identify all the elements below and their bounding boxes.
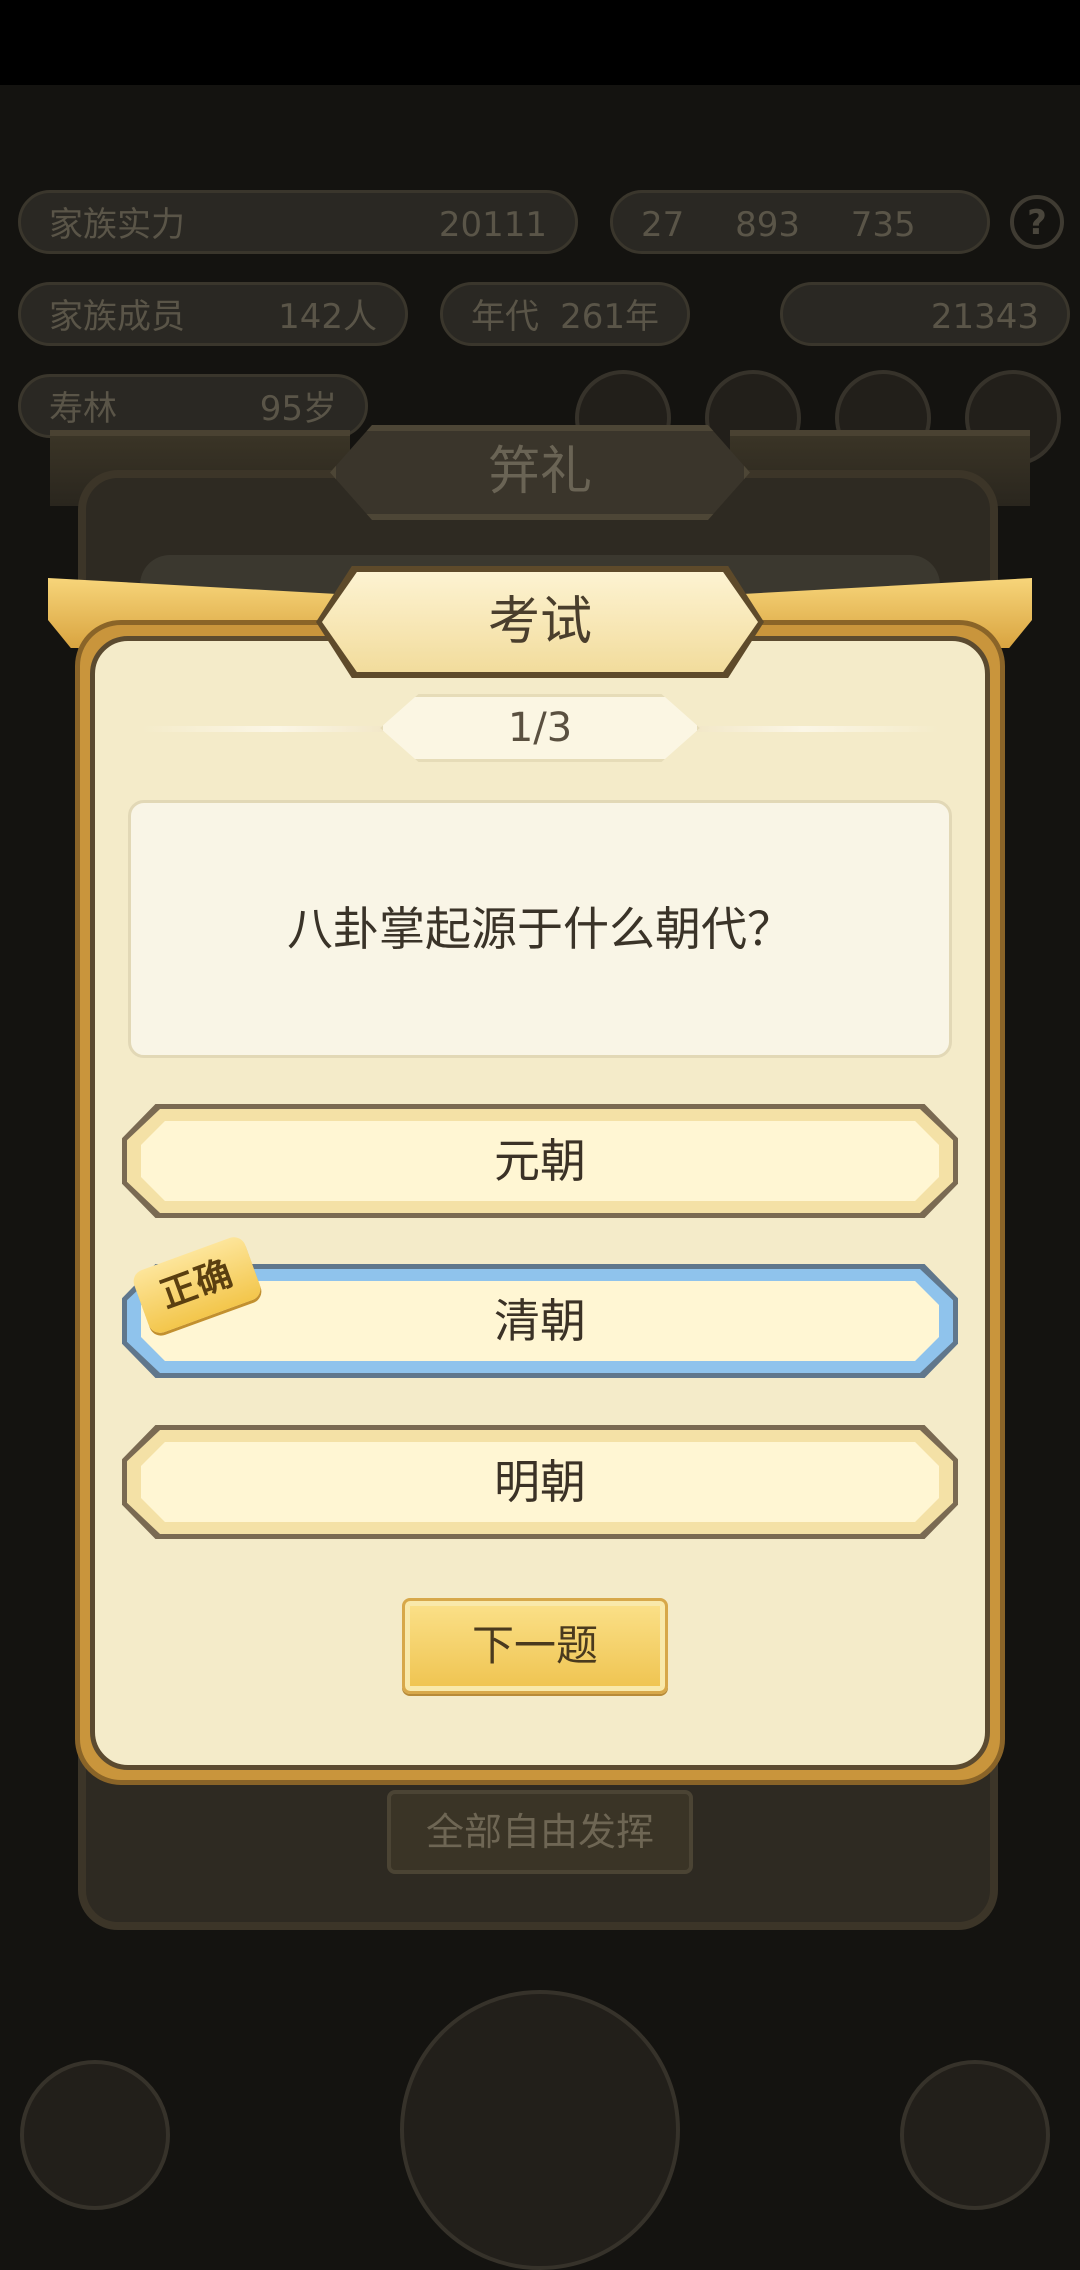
bottom-nav-icon[interactable] [20, 2060, 170, 2210]
members-value: 142人 [278, 297, 377, 337]
age-value: 95岁 [259, 389, 337, 429]
free-play-all-button[interactable]: 全部自由发挥 [387, 1790, 693, 1874]
gold-value: 21343 [930, 297, 1039, 337]
resource-1-value: 27 [641, 205, 685, 245]
members-label: 家族成员 [49, 297, 185, 337]
progress-line-left [142, 726, 412, 732]
gold-chip: 21343 [780, 282, 1070, 346]
year-value: 261年 [560, 297, 659, 337]
year-label: 年代 [471, 297, 539, 337]
year-chip: 年代 261年 [440, 282, 690, 346]
bottom-nav-icon[interactable] [900, 2060, 1050, 2210]
help-icon[interactable]: ? [1010, 195, 1064, 249]
family-power-value: 20111 [438, 205, 547, 245]
question-text: 八卦掌起源于什么朝代？ [287, 902, 793, 956]
answer-option-3-label[interactable]: 明朝 [122, 1425, 958, 1539]
answer-option-1-label[interactable]: 元朝 [122, 1104, 958, 1218]
exam-title: 考试 [487, 592, 592, 652]
next-question-label[interactable]: 下一题 [402, 1598, 668, 1694]
family-power-label: 家族实力 [49, 205, 185, 245]
progress-line-right [668, 726, 938, 732]
age-label: 寿林 [49, 389, 117, 429]
status-bar [0, 0, 1080, 85]
resource-2-value: 893 [735, 205, 800, 245]
question-progress: 1/3 [507, 705, 573, 751]
resource-chip: 27 893 735 [610, 190, 990, 254]
family-power-chip: 家族实力 20111 [18, 190, 578, 254]
age-chip: 寿林 95岁 [18, 374, 368, 438]
resource-3-value: 735 [850, 205, 916, 245]
bottom-nav-center-icon[interactable] [400, 1990, 680, 2270]
ceremony-title: 笄礼 [330, 425, 750, 520]
members-chip: 家族成员 142人 [18, 282, 408, 346]
